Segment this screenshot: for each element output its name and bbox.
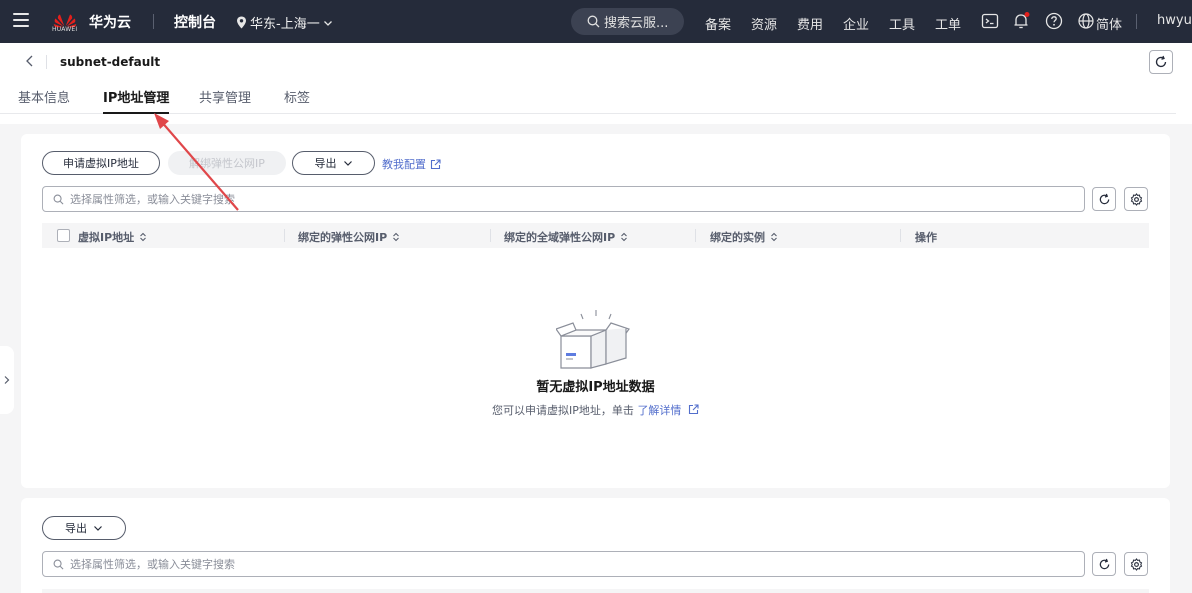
tab-ip-address-management[interactable]: IP地址管理 [103,87,170,114]
sidebar-expand-handle[interactable] [0,346,14,414]
select-all-checkbox[interactable] [57,229,70,242]
nav-beian[interactable]: 备案 [705,14,731,33]
column-divider [490,229,491,242]
learn-more-link[interactable]: 了解详情 [637,404,681,417]
nav-tickets[interactable]: 工单 [935,14,961,33]
logo-wordmark: HUAWEI [52,26,78,33]
column-divider [695,229,696,242]
table-refresh-button[interactable] [1092,187,1116,211]
export-button[interactable]: 导出 [42,516,126,540]
table-refresh-button[interactable] [1092,552,1116,576]
export-button[interactable]: 导出 [292,151,375,175]
back-arrow-icon[interactable] [22,53,38,69]
nav-resources[interactable]: 资源 [751,14,777,33]
column-label: 虚拟IP地址 [78,231,135,244]
column-label: 操作 [915,231,937,244]
table-header: 虚拟IP地址 绑定的弹性公网IP 绑定的全域弹性公网IP 绑定的实例 操作 [42,223,1149,248]
empty-state-text: 您可以申请虚拟IP地址，单击 [492,404,634,417]
nav-enterprise[interactable]: 企业 [843,14,869,33]
tab-bar: 基本信息 IP地址管理 共享管理 标签 [0,87,1176,114]
external-link-icon [430,158,441,169]
refresh-icon [1155,55,1167,68]
page-refresh-button[interactable] [1149,50,1173,74]
location-pin-icon [237,16,246,29]
empty-state-description: 您可以申请虚拟IP地址，单击 了解详情 [21,402,1170,418]
table-settings-button[interactable] [1124,552,1148,576]
export-label: 导出 [314,157,337,170]
search-icon [587,15,600,28]
filter-search-input[interactable]: 选择属性筛选，或输入关键字搜索 [42,551,1085,577]
column-label: 绑定的弹性公网IP [298,231,388,244]
gear-icon [1130,557,1142,571]
config-guide-label: 教我配置 [382,158,426,171]
global-search-input[interactable]: 搜索云服... [571,8,684,35]
divider [153,14,154,29]
user-account[interactable]: hwyun [1157,13,1192,28]
virtual-ip-card: 申请虚拟IP地址 解绑弹性公网IP 导出 教我配置 选择属性筛选，或输入关键字搜… [21,134,1170,488]
sort-icon [140,232,147,242]
language-selector[interactable]: 简体 [1096,14,1122,33]
cloud-shell-icon[interactable] [981,12,999,30]
nav-billing[interactable]: 费用 [797,14,823,33]
hamburger-menu-icon[interactable] [13,13,29,27]
tab-tags[interactable]: 标签 [284,87,310,114]
region-selector[interactable]: 华东-上海一 [236,13,333,32]
filter-search-placeholder: 选择属性筛选，或输入关键字搜索 [70,558,235,571]
export-label: 导出 [65,522,87,535]
empty-state-title: 暂无虚拟IP地址数据 [536,380,655,395]
unbind-eip-button[interactable]: 解绑弹性公网IP [168,151,286,175]
region-label: 华东-上海一 [250,17,320,32]
brand-name[interactable]: 华为云 [89,12,131,32]
search-icon [53,194,64,204]
top-navigation-bar: HUAWEI 华为云 控制台 华东-上海一 搜索云服... 备案 资源 费用 企… [0,0,1192,43]
filter-search-placeholder: 选择属性筛选，或输入关键字搜索 [70,193,235,206]
page-header: subnet-default 基本信息 IP地址管理 共享管理 标签 [0,43,1192,124]
divider [1136,14,1137,29]
console-link[interactable]: 控制台 [174,12,216,32]
chevron-down-icon [343,161,352,166]
sort-icon [393,232,400,242]
chevron-down-icon [323,20,332,26]
config-guide-link[interactable]: 教我配置 [382,156,441,172]
empty-box-icon [556,310,630,369]
table-header [42,589,1149,593]
sort-icon [771,232,777,242]
column-divider [900,229,901,242]
gear-icon [1130,192,1142,206]
external-link-icon[interactable] [688,404,699,415]
column-actions: 操作 [915,229,937,245]
nav-tools[interactable]: 工具 [889,14,915,33]
column-bound-instance[interactable]: 绑定的实例 [710,229,779,245]
search-icon [53,559,64,569]
help-icon[interactable] [1045,12,1063,30]
global-search-placeholder: 搜索云服... [604,16,669,31]
filter-search-input[interactable]: 选择属性筛选，或输入关键字搜索 [42,186,1085,212]
column-virtual-ip[interactable]: 虚拟IP地址 [78,229,148,245]
tab-sharing-management[interactable]: 共享管理 [199,87,251,114]
divider [46,55,47,69]
column-bound-eip[interactable]: 绑定的弹性公网IP [298,229,401,245]
page-title: subnet-default [60,55,161,69]
column-divider [284,229,285,242]
notification-bell-icon[interactable] [1012,12,1030,30]
globe-icon[interactable] [1077,12,1095,30]
tab-basic-info[interactable]: 基本信息 [18,87,70,114]
apply-virtual-ip-button[interactable]: 申请虚拟IP地址 [42,151,160,175]
chevron-down-icon [94,526,102,531]
chevron-right-icon [4,376,10,384]
refresh-icon [1099,193,1109,204]
second-table-card: 导出 选择属性筛选，或输入关键字搜索 [21,498,1170,593]
refresh-icon [1099,558,1109,569]
sort-icon [621,232,628,242]
table-settings-button[interactable] [1124,187,1148,211]
column-label: 绑定的实例 [710,231,765,244]
column-label: 绑定的全域弹性公网IP [504,231,616,244]
column-bound-global-eip[interactable]: 绑定的全域弹性公网IP [504,229,629,245]
